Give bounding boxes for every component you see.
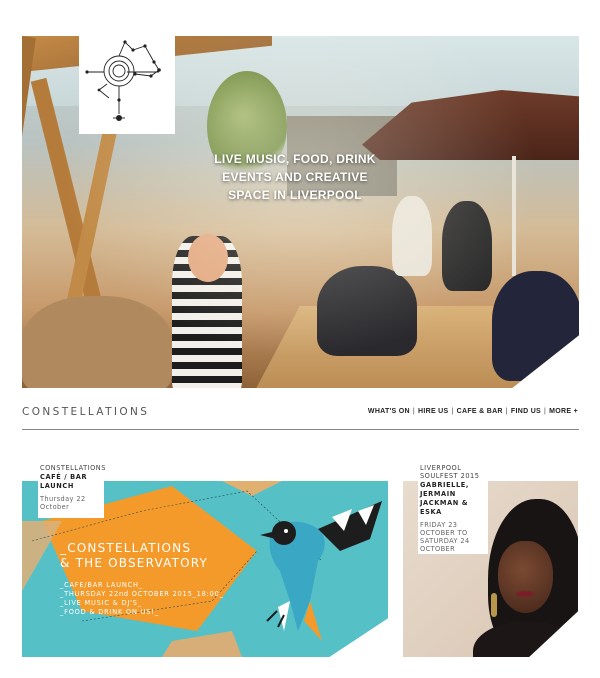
poster-line: _FOOD & DRINK ON US!_ <box>60 608 159 616</box>
poster-title-line2: & THE OBSERVATORY <box>60 556 209 570</box>
nav-separator: | <box>544 408 547 415</box>
poster-title-line1: _CONSTELLATIONS <box>60 541 192 555</box>
poster-line: _LIVE MUSIC & DJ'S_ <box>60 599 142 607</box>
event-title: CAFÉ / BAR LAUNCH <box>40 473 88 490</box>
portrait-earring <box>491 593 497 617</box>
nav-find-us[interactable]: FIND US <box>511 408 541 415</box>
event-date: FRIDAY 23 OCTOBER TO SATURDAY 24 OCTOBER <box>420 521 470 553</box>
nav-separator: | <box>412 408 415 415</box>
nav-more[interactable]: MORE + <box>549 408 578 415</box>
main-nav: WHAT'S ON | HIRE US | CAFE & BAR | FIND … <box>368 408 578 415</box>
event-label-cafe-launch[interactable]: CONSTELLATIONS CAFÉ / BAR LAUNCH Thursda… <box>38 461 106 518</box>
event-title: GABRIELLE, JERMAIN JACKMAN & ESKA <box>420 481 469 516</box>
hero-headline: LIVE MUSIC, FOOD, DRINK EVENTS AND CREAT… <box>214 152 376 202</box>
bird-illustration <box>260 501 382 641</box>
portrait-shoulder <box>473 621 578 657</box>
nav-whats-on[interactable]: WHAT'S ON <box>368 408 410 415</box>
constellation-logo[interactable] <box>79 36 175 134</box>
nav-separator: | <box>505 408 508 415</box>
event-kicker: LIVERPOOL SOULFEST 2015 <box>420 464 480 480</box>
poster-line: _THURSDAY 22nd OCTOBER 2015_18:00_ <box>60 590 224 598</box>
portrait-face <box>498 541 553 613</box>
nav-cafe-bar[interactable]: CAFE & BAR <box>457 408 503 415</box>
event-date: Thursday 22 October <box>40 495 86 511</box>
nav-divider <box>22 429 579 430</box>
nav-hire-us[interactable]: HIRE US <box>418 408 449 415</box>
constellation-logo-icon <box>85 40 161 121</box>
nav-separator: | <box>451 408 454 415</box>
event-kicker: CONSTELLATIONS <box>40 464 106 472</box>
poster-line: _CAFE/BAR LAUNCH_ <box>60 581 143 589</box>
brand-wordmark[interactable]: CONSTELLATIONS <box>22 406 149 418</box>
poster-text: _CONSTELLATIONS & THE OBSERVATORY _CAFE/… <box>60 541 224 617</box>
portrait-lips <box>516 591 534 597</box>
event-label-soulfest[interactable]: LIVERPOOL SOULFEST 2015 GABRIELLE, JERMA… <box>418 461 488 554</box>
